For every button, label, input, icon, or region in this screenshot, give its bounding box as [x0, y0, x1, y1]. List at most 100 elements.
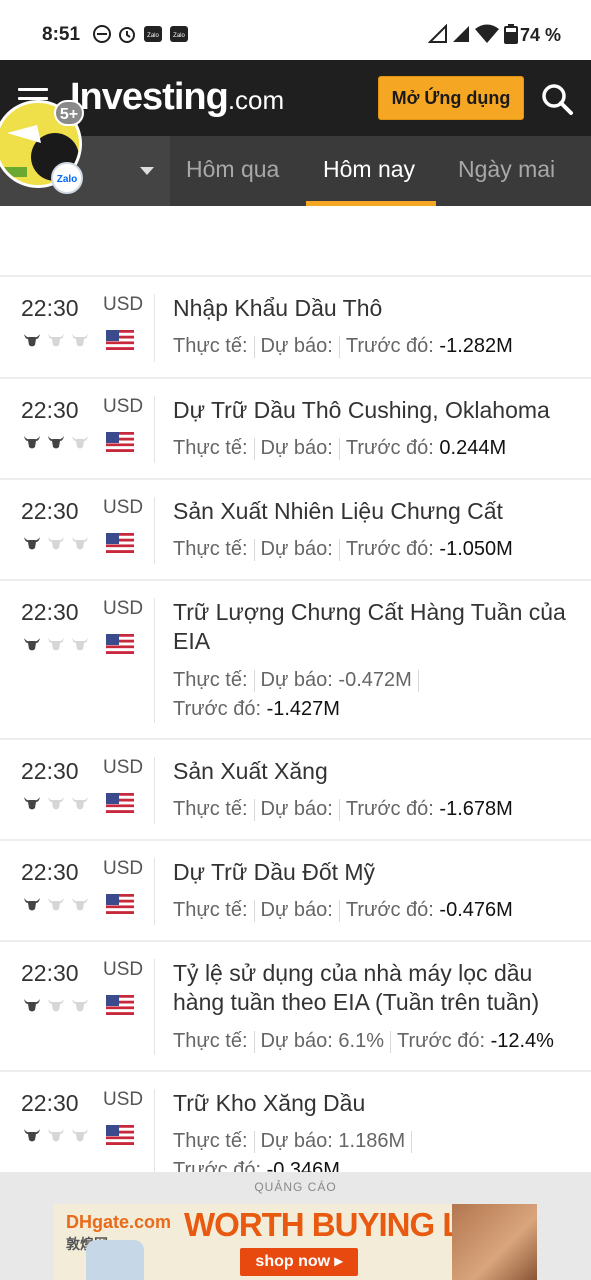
bull-icon [71, 636, 89, 657]
event-currency: USD [103, 396, 144, 417]
event-values: Thực tế: Dự báo: Trước đó: -1.678M [173, 795, 583, 824]
app-header: Investing.com Mở Ứng dụng [0, 60, 591, 136]
forecast-label: Dự báo: [260, 437, 333, 459]
previous-value: -0.346M [266, 1159, 340, 1172]
investing-logo[interactable]: Investing.com [70, 76, 284, 119]
tab-yesterday[interactable]: Hôm qua [186, 156, 279, 183]
divider [154, 294, 155, 362]
tab-tomorrow[interactable]: Ngày mai [458, 156, 555, 183]
event-row[interactable]: tiêu thụ theo EIA (Tuần trên tuần)Thực t… [0, 206, 591, 277]
search-icon[interactable] [540, 82, 574, 116]
event-values: Thực tế: Dự báo: 6.1% Trước đó: -12.4% [173, 1027, 583, 1056]
event-row[interactable]: 22:30 USD Sản Xuất Nhiên Liệu Chưng Cất Thự… [0, 480, 591, 581]
bull-icon [47, 332, 65, 353]
event-title: Trữ Lượng Chưng Cất Hàng Tuần của EIA [173, 599, 566, 654]
forecast-label: Dự báo: [260, 899, 333, 921]
bull-icon [47, 535, 65, 556]
previous-label: Trước đó: [345, 798, 434, 820]
previous-label: Trước đó: [173, 698, 261, 720]
previous-label: Trước đó: [173, 1159, 261, 1172]
event-row[interactable]: 22:30 USD Trữ Lượng Chưng Cất Hàng Tuần củ… [0, 581, 591, 740]
event-title: Sản Xuất Xăng [173, 758, 328, 784]
divider [154, 959, 155, 1055]
bull-icon [23, 434, 41, 455]
previous-label: Trước đó: [345, 899, 434, 921]
event-row[interactable]: 22:30 USD Trữ Kho Xăng Dầu Thực tế: Dự báo: … [0, 1072, 591, 1172]
importance-rating [23, 332, 89, 353]
status-bar: 8:51 Zalo Zalo 74 % [0, 0, 591, 60]
divider [154, 598, 155, 723]
ad-model-image [86, 1240, 144, 1280]
ad-banner[interactable]: DHgate.com敦煌网 WORTH BUYING LIST shop now… [54, 1204, 537, 1280]
event-row[interactable]: 22:30 USD Dự Trữ Dầu Thô Cushing, Oklahoma… [0, 379, 591, 480]
actual-label: Thực tế: [173, 798, 248, 820]
event-time: 22:30 [21, 960, 79, 986]
svg-text:Zalo: Zalo [147, 33, 159, 39]
actual-label: Thực tế: [173, 437, 248, 459]
event-time: 22:30 [21, 758, 79, 784]
us-flag-icon [106, 634, 134, 654]
event-title: Nhập Khẩu Dầu Thô [173, 295, 383, 321]
importance-rating [23, 896, 89, 917]
tab-today[interactable]: Hôm nay [323, 156, 415, 183]
event-values: Thực tế: Dự báo: Trước đó: 0.244M [173, 434, 583, 463]
zalo-app-icon: Zalo [51, 162, 83, 194]
importance-rating [23, 636, 89, 657]
bull-icon [71, 1127, 89, 1148]
signal-icon [428, 24, 447, 43]
notification-count-badge: 5+ [54, 100, 84, 126]
event-time: 22:30 [21, 599, 79, 625]
ad-model-image [452, 1204, 537, 1280]
importance-rating [23, 795, 89, 816]
us-flag-icon [106, 533, 134, 553]
ad-shop-now-button[interactable]: shop now ▸ [240, 1248, 358, 1276]
previous-label: Trước đó: [345, 538, 434, 560]
event-currency: USD [103, 959, 144, 980]
event-currency: USD [103, 497, 144, 518]
divider [154, 1089, 155, 1172]
actual-label: Thực tế: [173, 1030, 248, 1052]
svg-text:Zalo: Zalo [173, 33, 185, 39]
previous-label: Trước đó: [397, 1030, 486, 1052]
previous-value: -0.476M [439, 899, 513, 921]
bull-icon [71, 332, 89, 353]
forecast-label: Dự báo: [260, 1130, 333, 1152]
event-values: Thực tế: Dự báo: -0.472M Trước đó: -1.427M [173, 666, 583, 724]
us-flag-icon [106, 995, 134, 1015]
bull-icon [23, 997, 41, 1018]
battery-icon [504, 24, 518, 44]
event-time: 22:30 [21, 397, 79, 423]
bull-icon [71, 795, 89, 816]
bull-icon [23, 896, 41, 917]
event-row[interactable]: 22:30 USD Dự Trữ Dầu Đốt Mỹ Thực tế: Dự báo:… [0, 841, 591, 942]
event-time: 22:30 [21, 498, 79, 524]
previous-value: -12.4% [490, 1030, 554, 1052]
us-flag-icon [106, 894, 134, 914]
event-row[interactable]: 22:30 USD Nhập Khẩu Dầu Thô Thực tế: Dự báo:… [0, 277, 591, 379]
bull-icon [47, 795, 65, 816]
status-time: 8:51 [42, 24, 81, 45]
event-values: Thực tế: Dự báo: Trước đó: -1.282M [173, 332, 583, 361]
event-currency: USD [103, 1089, 144, 1110]
bull-icon [47, 997, 65, 1018]
actual-label: Thực tế: [173, 538, 248, 560]
advertisement: QUẢNG CÁO DHgate.com敦煌网 WORTH BUYING LIS… [0, 1172, 591, 1280]
open-app-button[interactable]: Mở Ứng dụng [378, 76, 524, 120]
bull-icon [23, 636, 41, 657]
event-currency: USD [103, 294, 144, 315]
us-flag-icon [106, 432, 134, 452]
us-flag-icon [106, 1125, 134, 1145]
importance-rating [23, 997, 89, 1018]
importance-rating [23, 535, 89, 556]
zalo-icon: Zalo [170, 26, 188, 42]
forecast-label: Dự báo: [260, 798, 333, 820]
importance-rating [23, 1127, 89, 1148]
event-row[interactable]: 22:30 USD Tỷ lệ sử dụng của nhà máy lọc dầ… [0, 942, 591, 1072]
logo-suffix: .com [227, 85, 285, 115]
event-currency: USD [103, 757, 144, 778]
bull-icon [71, 896, 89, 917]
bull-icon [23, 332, 41, 353]
chevron-down-icon [140, 167, 154, 175]
previous-label: Trước đó: [345, 437, 434, 459]
event-row[interactable]: 22:30 USD Sản Xuất Xăng Thực tế: Dự báo: Trướ… [0, 740, 591, 841]
